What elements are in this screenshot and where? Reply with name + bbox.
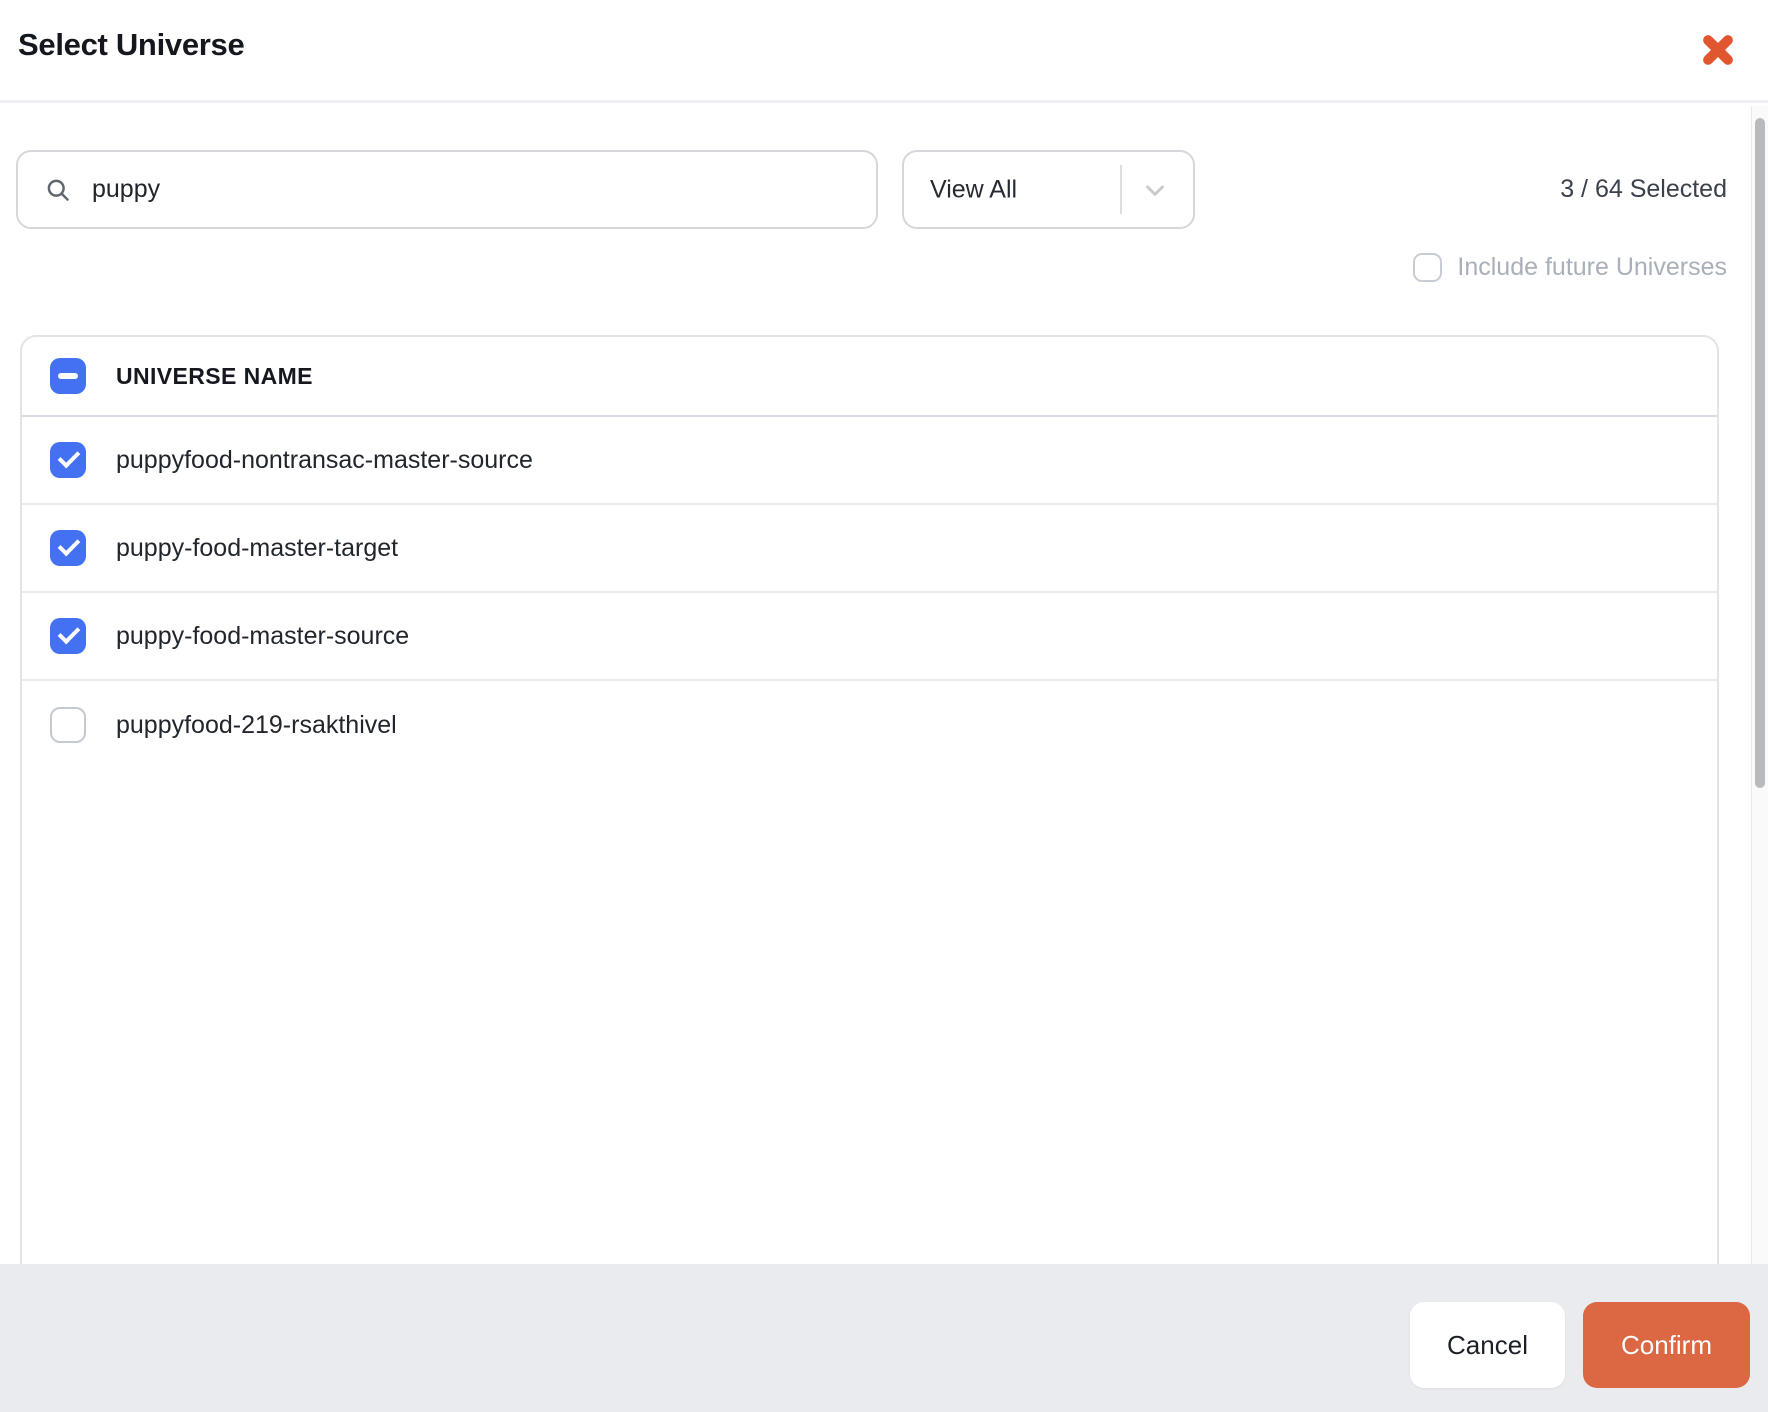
search-input[interactable]: [90, 174, 850, 205]
search-box: [16, 150, 878, 229]
view-filter-dropdown[interactable]: View All: [902, 150, 1195, 229]
chevron-down-icon: [1140, 175, 1170, 205]
row-checkbox[interactable]: [50, 618, 86, 654]
row-checkbox[interactable]: [50, 707, 86, 743]
column-header-universe-name: UNIVERSE NAME: [116, 362, 313, 389]
close-button[interactable]: [1694, 26, 1742, 74]
universe-table: UNIVERSE NAME puppyfood-nontransac-maste…: [20, 335, 1719, 1264]
universe-name: puppy-food-master-source: [116, 621, 410, 650]
include-future-checkbox[interactable]: [1413, 252, 1443, 282]
universe-list: puppyfood-nontransac-master-source puppy…: [22, 417, 1717, 769]
universe-row[interactable]: puppyfood-219-rsakthivel: [22, 681, 1717, 769]
close-icon: [1694, 26, 1742, 74]
universe-row[interactable]: puppy-food-master-source: [22, 593, 1717, 681]
universe-table-header: UNIVERSE NAME: [22, 337, 1717, 417]
include-future-label: Include future Universes: [1457, 252, 1727, 281]
selected-count: 3 / 64 Selected: [1560, 175, 1727, 203]
row-checkbox[interactable]: [50, 530, 86, 566]
include-future-universes-option: Include future Universes: [1413, 251, 1727, 283]
universe-name: puppy-food-master-target: [116, 533, 399, 562]
universe-row[interactable]: puppyfood-nontransac-master-source: [22, 417, 1717, 505]
scrollbar-thumb[interactable]: [1755, 118, 1765, 788]
page-title: Select Universe: [18, 27, 245, 62]
universe-name: puppyfood-nontransac-master-source: [116, 445, 533, 474]
modal-footer: Cancel Confirm: [0, 1264, 1768, 1412]
universe-name: puppyfood-219-rsakthivel: [116, 710, 397, 739]
modal-header: Select Universe: [0, 0, 1768, 103]
confirm-button[interactable]: Confirm: [1583, 1302, 1750, 1388]
scrollbar-track[interactable]: [1751, 106, 1768, 1264]
view-filter-value: View All: [930, 175, 1018, 203]
universe-row[interactable]: puppy-food-master-target: [22, 505, 1717, 593]
dropdown-divider: [1120, 165, 1122, 214]
search-icon: [44, 176, 72, 204]
cancel-button[interactable]: Cancel: [1410, 1302, 1565, 1388]
select-all-checkbox[interactable]: [50, 358, 86, 394]
row-checkbox[interactable]: [50, 442, 86, 478]
